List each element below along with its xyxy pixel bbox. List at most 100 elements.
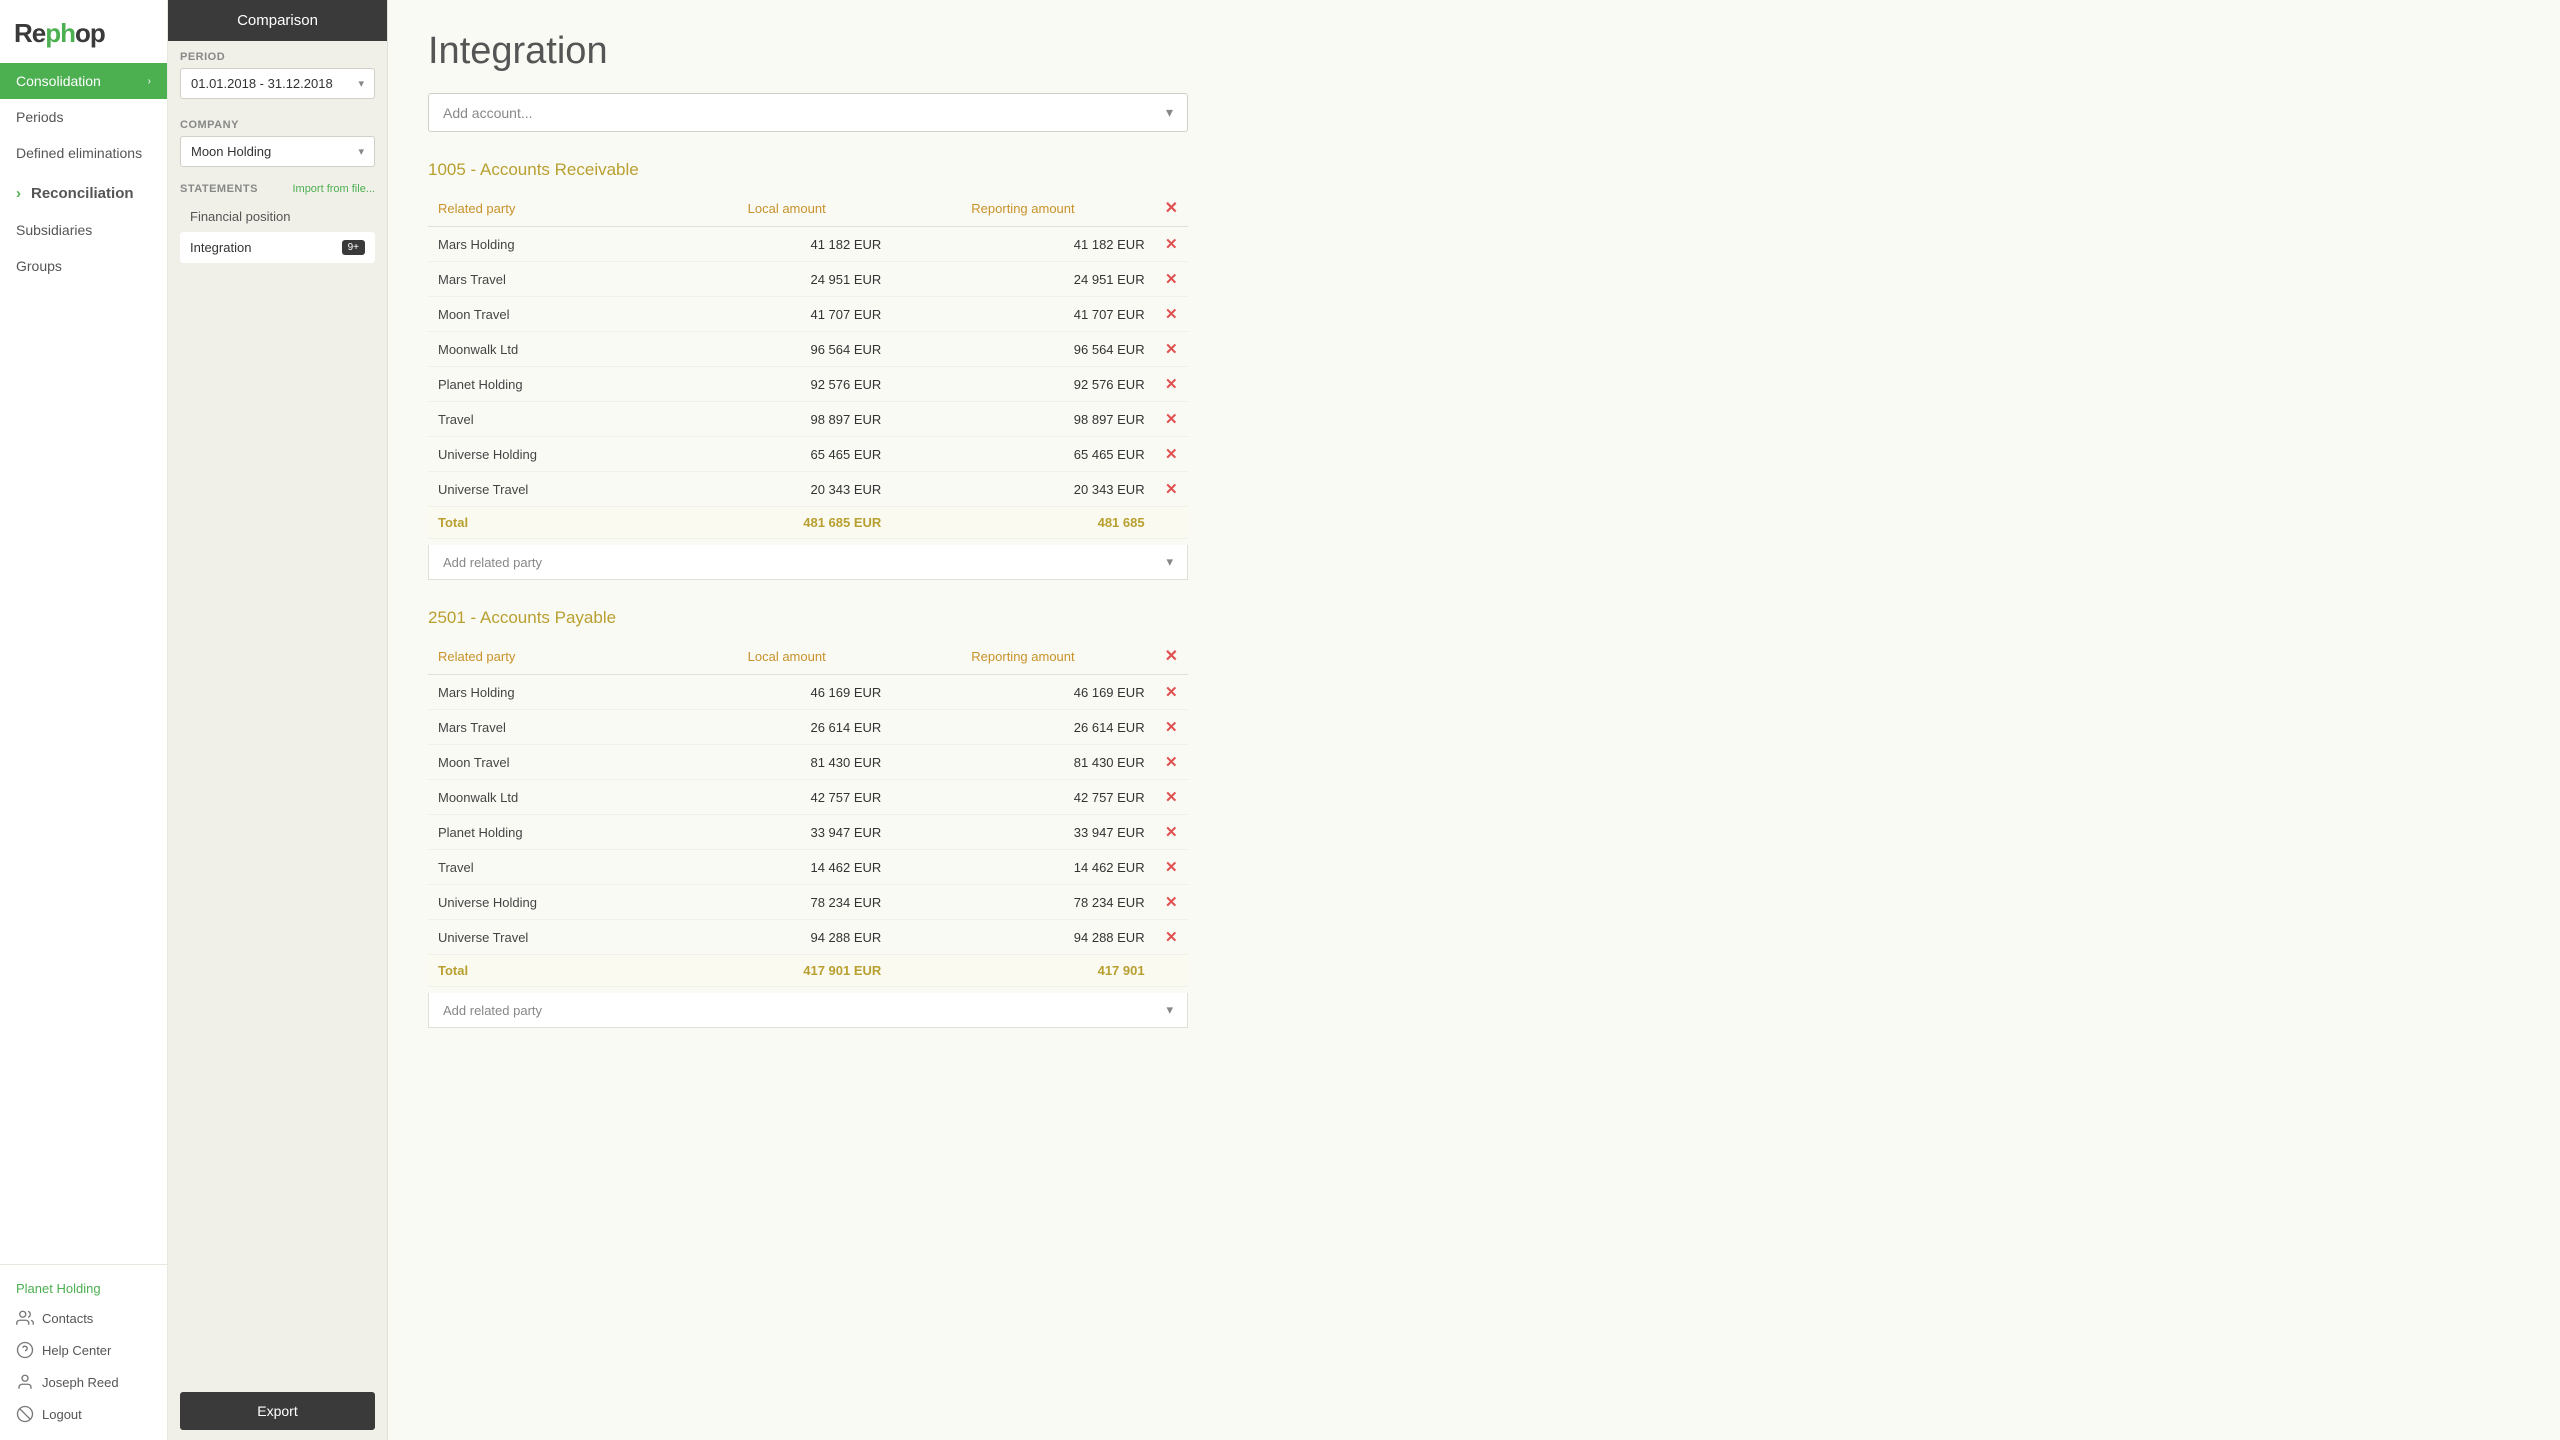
contacts-icon — [16, 1309, 34, 1327]
delete-row-cell: ✕ — [1155, 402, 1188, 437]
total-row: Total 417 901 EUR 417 901 — [428, 955, 1188, 987]
delete-row-button[interactable]: ✕ — [1165, 376, 1178, 393]
delete-row-button[interactable]: ✕ — [1165, 271, 1178, 288]
chevron-down-icon: ▾ — [1166, 1002, 1173, 1018]
table-row: Universe Travel 94 288 EUR 94 288 EUR ✕ — [428, 920, 1188, 955]
local-amount-cell: 20 343 EUR — [682, 472, 891, 507]
reporting-amount-cell: 92 576 EUR — [891, 367, 1154, 402]
nav-subsidiaries[interactable]: Subsidiaries — [0, 212, 167, 248]
delete-row-button[interactable]: ✕ — [1165, 481, 1178, 498]
table-row: Moon Travel 41 707 EUR 41 707 EUR ✕ — [428, 297, 1188, 332]
party-cell: Mars Travel — [428, 262, 682, 297]
col-action-header: ✕ — [1155, 190, 1188, 227]
delete-row-cell: ✕ — [1155, 297, 1188, 332]
delete-row-button[interactable]: ✕ — [1165, 894, 1178, 911]
delete-row-button[interactable]: ✕ — [1165, 754, 1178, 771]
delete-row-button[interactable]: ✕ — [1165, 929, 1178, 946]
nav-user[interactable]: Joseph Reed — [0, 1366, 167, 1398]
total-local: 481 685 EUR — [682, 507, 891, 539]
table-row: Mars Holding 41 182 EUR 41 182 EUR ✕ — [428, 227, 1188, 262]
delete-row-cell: ✕ — [1155, 710, 1188, 745]
table-row: Mars Holding 46 169 EUR 46 169 EUR ✕ — [428, 675, 1188, 710]
party-cell: Planet Holding — [428, 815, 682, 850]
nav-contacts[interactable]: Contacts — [0, 1302, 167, 1334]
sidebar-bottom: Planet Holding Contacts Help Center — [0, 1264, 167, 1440]
chevron-down-icon: ▾ — [358, 77, 364, 90]
col-related-party-header-2: Related party — [428, 638, 682, 675]
period-select[interactable]: 01.01.2018 - 31.12.2018 ▾ — [180, 68, 375, 99]
current-company: Planet Holding — [0, 1275, 167, 1302]
local-amount-cell: 46 169 EUR — [682, 675, 891, 710]
delete-row-button[interactable]: ✕ — [1165, 789, 1178, 806]
reporting-amount-cell: 98 897 EUR — [891, 402, 1154, 437]
delete-row-button[interactable]: ✕ — [1165, 411, 1178, 428]
add-account-dropdown[interactable]: Add account... ▾ — [428, 93, 1188, 132]
user-icon — [16, 1373, 34, 1391]
delete-row-button[interactable]: ✕ — [1165, 446, 1178, 463]
delete-row-button[interactable]: ✕ — [1165, 306, 1178, 323]
add-related-party-1[interactable]: Add related party ▾ — [428, 545, 1188, 580]
middle-footer: Export — [168, 1382, 387, 1440]
company-select[interactable]: Moon Holding ▾ — [180, 136, 375, 167]
table-row: Travel 14 462 EUR 14 462 EUR ✕ — [428, 850, 1188, 885]
party-cell: Moon Travel — [428, 745, 682, 780]
reporting-amount-cell: 65 465 EUR — [891, 437, 1154, 472]
delete-row-cell: ✕ — [1155, 920, 1188, 955]
delete-row-button[interactable]: ✕ — [1165, 859, 1178, 876]
delete-row-button[interactable]: ✕ — [1165, 719, 1178, 736]
party-cell: Universe Travel — [428, 472, 682, 507]
total-local: 417 901 EUR — [682, 955, 891, 987]
period-label: PERIOD — [180, 51, 375, 63]
nav-defined-eliminations[interactable]: Defined eliminations — [0, 135, 167, 171]
delete-row-cell: ✕ — [1155, 367, 1188, 402]
nav-periods[interactable]: Periods — [0, 99, 167, 135]
local-amount-cell: 26 614 EUR — [682, 710, 891, 745]
logout-icon — [16, 1405, 34, 1423]
chevron-down-icon: ▾ — [358, 145, 364, 158]
stmt-financial-position[interactable]: Financial position — [180, 201, 375, 232]
reporting-amount-cell: 46 169 EUR — [891, 675, 1154, 710]
table-row: Mars Travel 26 614 EUR 26 614 EUR ✕ — [428, 710, 1188, 745]
delete-row-button[interactable]: ✕ — [1165, 824, 1178, 841]
table-row: Moon Travel 81 430 EUR 81 430 EUR ✕ — [428, 745, 1188, 780]
nav-help[interactable]: Help Center — [0, 1334, 167, 1366]
table-row: Moonwalk Ltd 96 564 EUR 96 564 EUR ✕ — [428, 332, 1188, 367]
company-label: COMPANY — [180, 119, 375, 131]
delete-row-cell: ✕ — [1155, 437, 1188, 472]
panel-header: Comparison — [168, 0, 387, 41]
local-amount-cell: 78 234 EUR — [682, 885, 891, 920]
reporting-amount-cell: 42 757 EUR — [891, 780, 1154, 815]
reporting-amount-cell: 14 462 EUR — [891, 850, 1154, 885]
party-cell: Universe Holding — [428, 437, 682, 472]
total-label: Total — [428, 507, 682, 539]
nav-reconciliation[interactable]: › Reconciliation — [0, 175, 167, 212]
reporting-amount-cell: 26 614 EUR — [891, 710, 1154, 745]
delete-row-cell: ✕ — [1155, 745, 1188, 780]
delete-all-icon[interactable]: ✕ — [1165, 200, 1178, 217]
local-amount-cell: 81 430 EUR — [682, 745, 891, 780]
reporting-amount-cell: 81 430 EUR — [891, 745, 1154, 780]
import-link[interactable]: Import from file... — [292, 183, 375, 195]
delete-row-cell: ✕ — [1155, 262, 1188, 297]
table-row: Moonwalk Ltd 42 757 EUR 42 757 EUR ✕ — [428, 780, 1188, 815]
delete-row-button[interactable]: ✕ — [1165, 684, 1178, 701]
nav-logout[interactable]: Logout — [0, 1398, 167, 1430]
col-local-header: Local amount — [682, 190, 891, 227]
local-amount-cell: 65 465 EUR — [682, 437, 891, 472]
chevron-down-icon: ▾ — [1166, 554, 1173, 570]
reporting-amount-cell: 24 951 EUR — [891, 262, 1154, 297]
stmt-integration[interactable]: Integration 9+ — [180, 232, 375, 263]
reporting-amount-cell: 78 234 EUR — [891, 885, 1154, 920]
col-reporting-header: Reporting amount — [891, 190, 1154, 227]
reporting-amount-cell: 41 707 EUR — [891, 297, 1154, 332]
export-button[interactable]: Export — [180, 1392, 375, 1430]
delete-row-button[interactable]: ✕ — [1165, 236, 1178, 253]
delete-all-icon-2[interactable]: ✕ — [1165, 648, 1178, 665]
reporting-amount-cell: 33 947 EUR — [891, 815, 1154, 850]
delete-row-button[interactable]: ✕ — [1165, 341, 1178, 358]
company-filter: COMPANY Moon Holding ▾ — [168, 109, 387, 177]
reconciliation-indicator: › — [16, 185, 21, 202]
nav-groups[interactable]: Groups — [0, 248, 167, 284]
add-related-party-2[interactable]: Add related party ▾ — [428, 993, 1188, 1028]
nav-consolidation[interactable]: Consolidation › — [0, 63, 167, 99]
